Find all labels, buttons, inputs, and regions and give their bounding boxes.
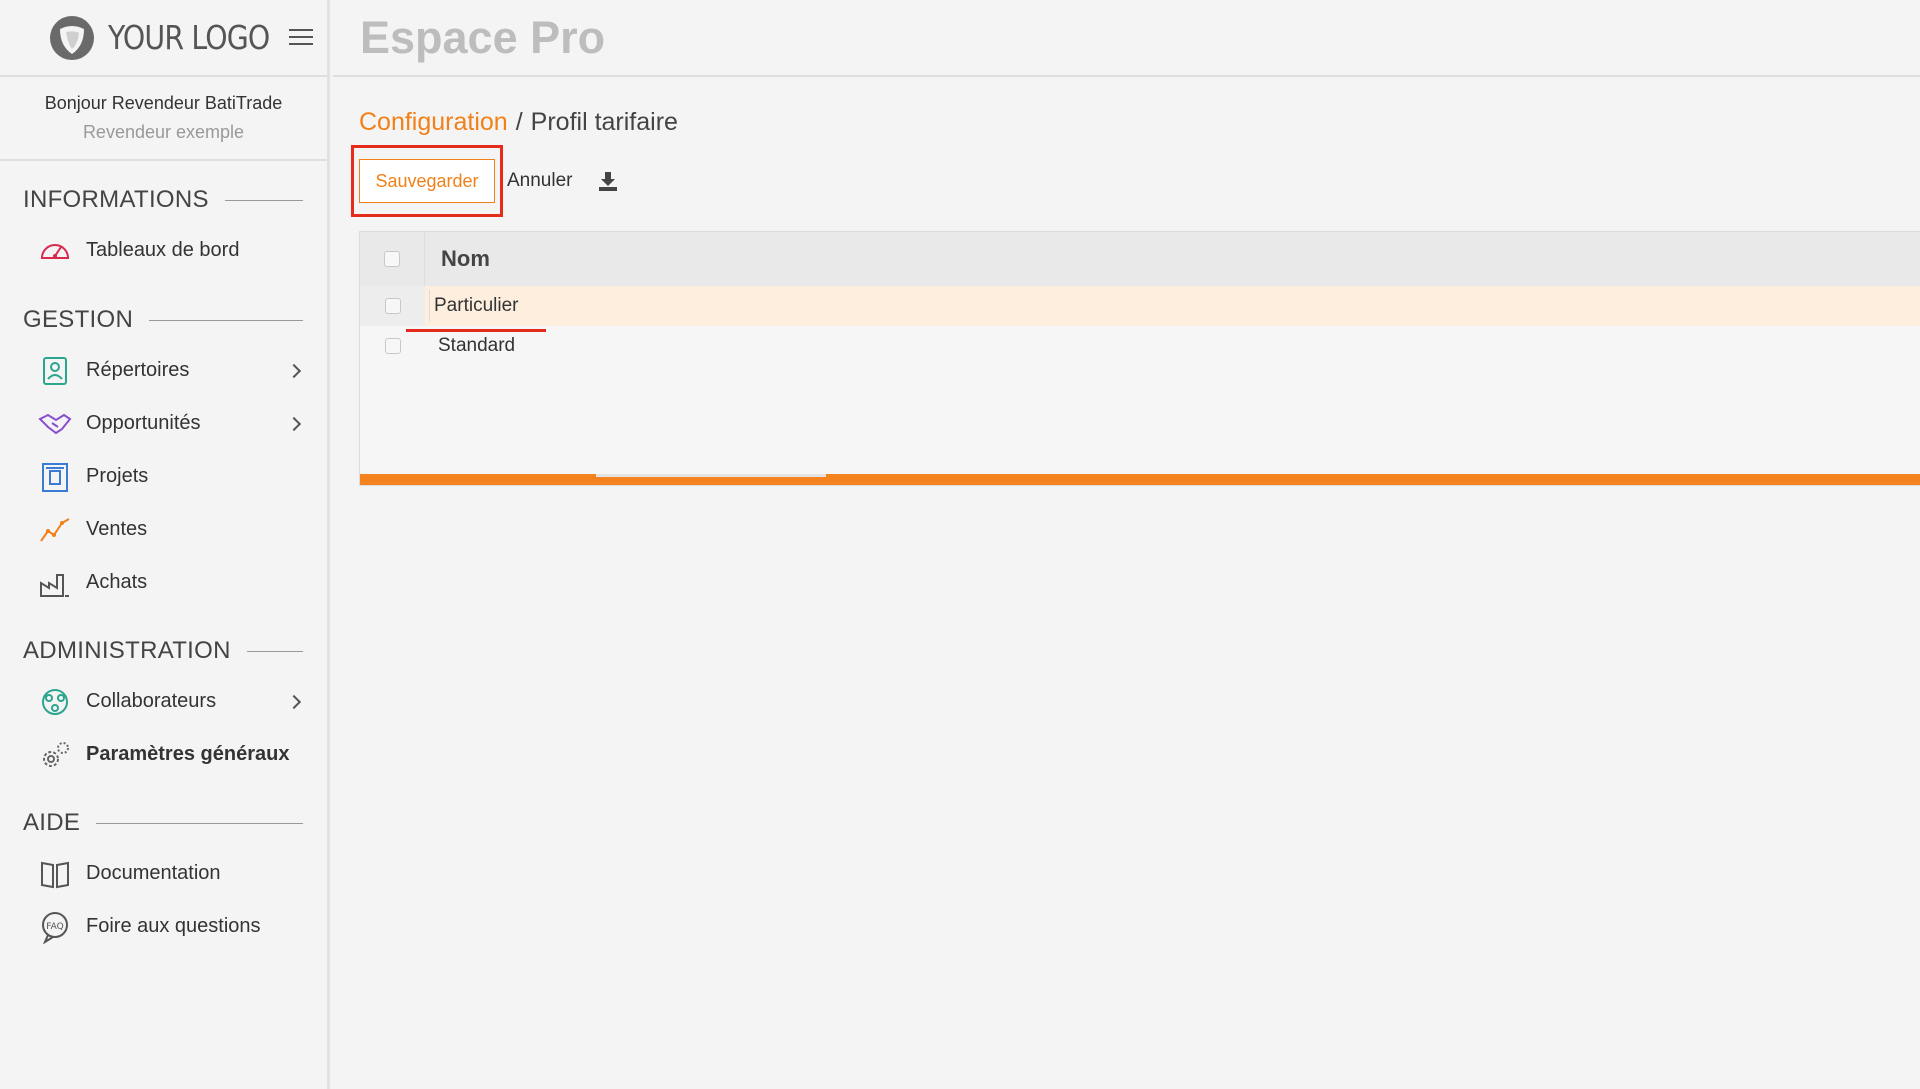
chevron-right-icon <box>286 694 302 709</box>
save-button[interactable]: Sauvegarder <box>359 159 495 203</box>
dashboard-gauge-icon <box>40 243 70 259</box>
sidebar-item-faq[interactable]: FAQ Foire aux questions <box>0 900 327 953</box>
download-icon[interactable] <box>597 170 619 192</box>
faq-bubble-icon: FAQ <box>42 911 68 944</box>
sidebar-item-tableaux-de-bord[interactable]: Tableaux de bord <box>0 224 327 277</box>
section-title-aide: AIDE <box>0 808 327 838</box>
breadcrumb-current: Profil tarifaire <box>530 108 678 136</box>
section-title-informations: INFORMATIONS <box>0 185 327 215</box>
project-building-icon <box>42 462 68 492</box>
chevron-right-icon <box>286 363 302 378</box>
table-footer-bar <box>360 474 1920 485</box>
sidebar-item-repertoires[interactable]: Répertoires <box>0 344 327 397</box>
logo-text: YOUR LOGO <box>108 18 270 57</box>
sidebar-item-label: Documentation <box>86 862 221 884</box>
table-row-editing[interactable] <box>360 286 1920 326</box>
user-greeting: Bonjour Revendeur BatiTrade <box>44 93 283 113</box>
row-checkbox[interactable] <box>384 298 401 314</box>
section-title-label: AIDE <box>23 809 81 836</box>
select-all-cell <box>360 232 425 286</box>
sidebar-item-label: Répertoires <box>86 359 190 381</box>
breadcrumb-separator: / <box>515 108 523 136</box>
sidebar-item-label: Projets <box>86 465 149 487</box>
factory-icon <box>40 573 69 597</box>
sidebar-item-label: Opportunités <box>86 412 201 434</box>
section-title-administration: ADMINISTRATION <box>0 636 327 666</box>
sidebar-item-label: Achats <box>86 571 148 593</box>
sidebar-item-label: Paramètres généraux <box>86 743 290 765</box>
sidebar-item-documentation[interactable]: Documentation <box>0 847 327 900</box>
app-title: Espace Pro <box>360 11 606 63</box>
logo-icon <box>50 15 94 60</box>
select-all-checkbox[interactable] <box>384 251 400 267</box>
row-select-cell <box>360 286 425 326</box>
annotation-underline <box>406 329 546 332</box>
row-checkbox[interactable] <box>384 338 401 354</box>
breadcrumb: Configuration / Profil tarifaire <box>359 108 678 137</box>
column-header-nom[interactable]: Nom <box>425 246 490 272</box>
table-row[interactable]: Standard <box>360 326 1920 366</box>
toolbar: Sauvegarder Annuler <box>351 145 619 217</box>
sidebar-item-achats[interactable]: Achats <box>0 556 327 609</box>
row-name: Standard <box>438 335 516 356</box>
sidebar-item-label: Ventes <box>86 518 148 540</box>
cancel-button[interactable]: Annuler <box>507 170 573 192</box>
pricing-profile-table: Nom Standard <box>359 231 1920 486</box>
sidebar: YOUR LOGO Bonjour Revendeur BatiTrade Re… <box>0 0 330 1089</box>
save-highlight-box: Sauvegarder <box>351 145 503 217</box>
book-icon <box>41 861 69 888</box>
sidebar-item-label: Collaborateurs <box>86 690 217 712</box>
directory-contacts-icon <box>43 356 67 385</box>
gears-icon <box>43 741 69 767</box>
section-title-label: ADMINISTRATION <box>23 637 231 664</box>
section-title-label: GESTION <box>23 306 134 333</box>
name-input[interactable] <box>429 290 729 322</box>
menu-toggle-icon[interactable] <box>289 29 313 47</box>
breadcrumb-link-configuration[interactable]: Configuration <box>359 108 508 136</box>
user-role: Revendeur exemple <box>82 122 245 142</box>
user-block: Bonjour Revendeur BatiTrade Revendeur ex… <box>0 77 327 161</box>
sidebar-item-collaborateurs[interactable]: Collaborateurs <box>0 675 327 728</box>
handshake-icon <box>38 413 72 434</box>
sales-chart-icon <box>40 517 70 542</box>
chevron-right-icon <box>286 416 302 431</box>
section-title-label: INFORMATIONS <box>23 186 209 213</box>
section-title-gestion: GESTION <box>0 305 327 335</box>
svg-text:FAQ: FAQ <box>46 922 63 932</box>
sidebar-item-label: Tableaux de bord <box>86 239 240 261</box>
sidebar-item-label: Foire aux questions <box>86 915 261 937</box>
sidebar-item-opportunites[interactable]: Opportunités <box>0 397 327 450</box>
sidebar-item-projets[interactable]: Projets <box>0 450 327 503</box>
sidebar-item-parametres-generaux[interactable]: Paramètres généraux <box>0 728 327 781</box>
row-select-cell <box>360 326 425 366</box>
team-network-icon <box>42 688 68 715</box>
sidebar-item-ventes[interactable]: Ventes <box>0 503 327 556</box>
table-header: Nom <box>360 232 1920 286</box>
horizontal-scrollbar[interactable] <box>596 474 826 477</box>
top-bar: Espace Pro <box>333 0 1920 77</box>
logo-bar: YOUR LOGO <box>0 0 327 77</box>
